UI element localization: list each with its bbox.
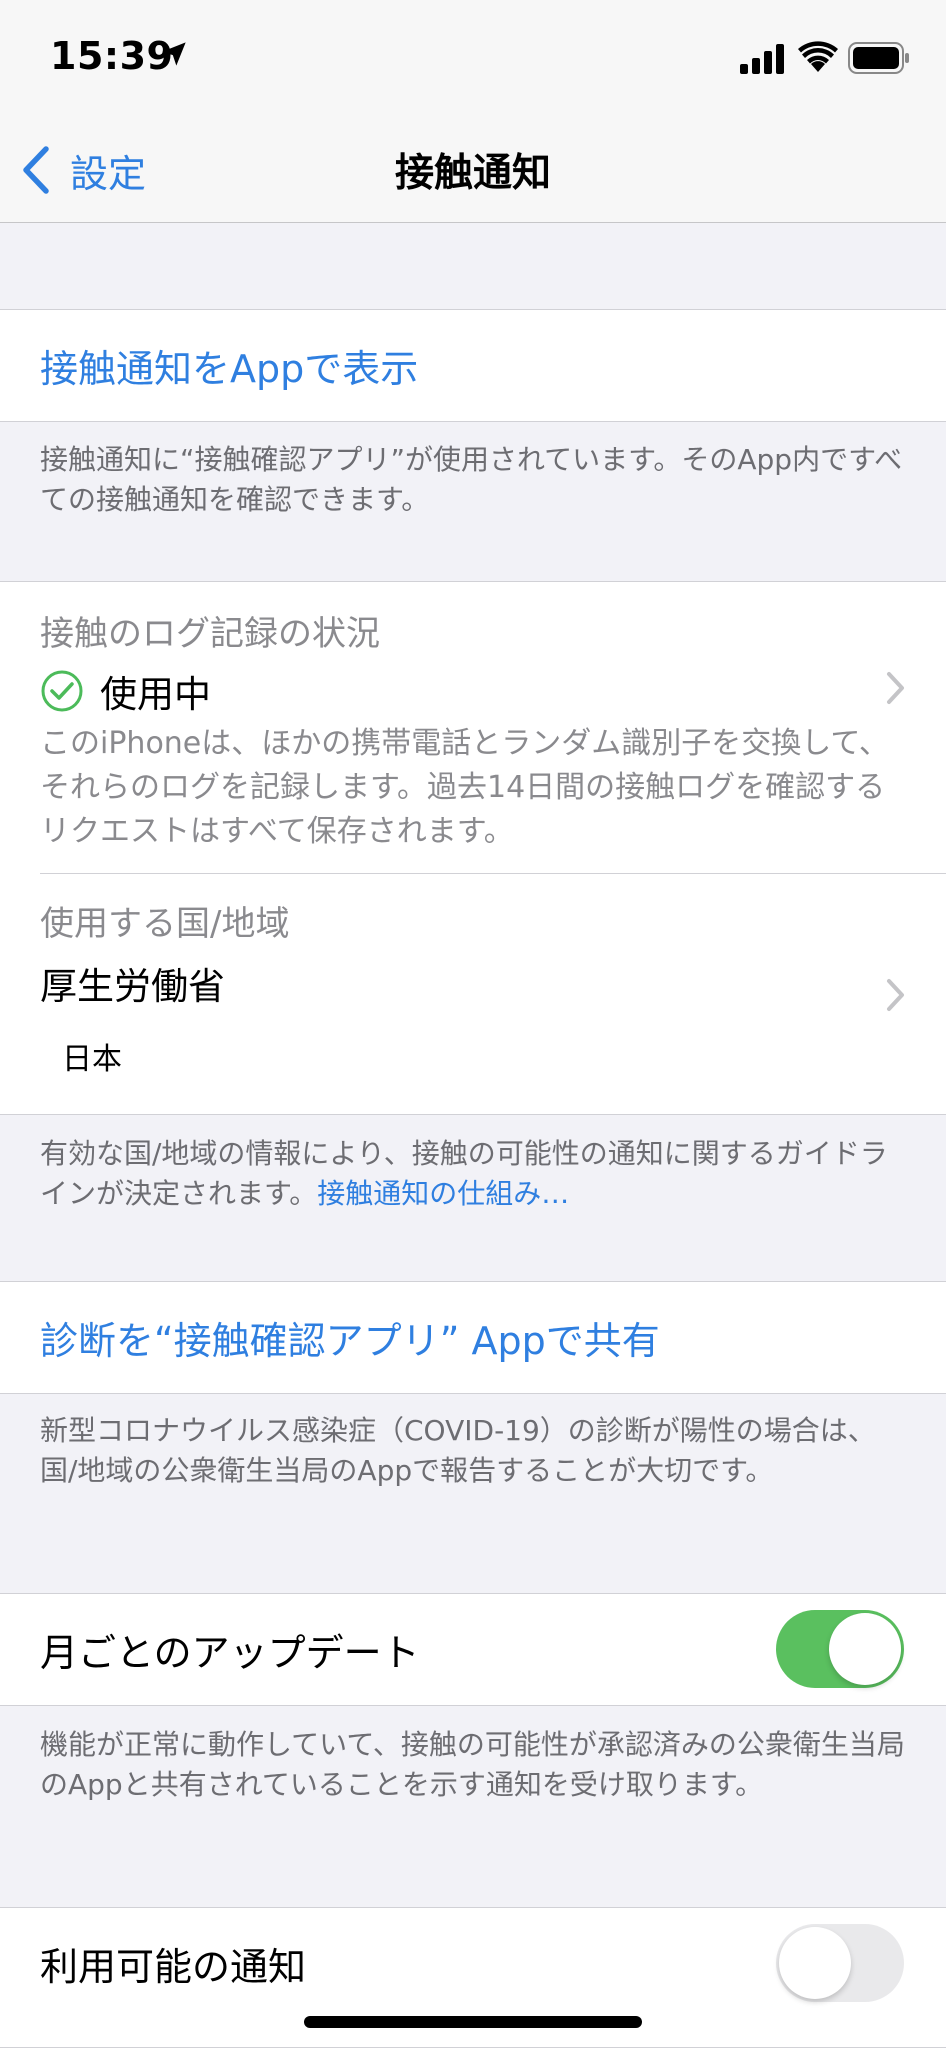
- region-country: 日本: [62, 1042, 122, 1077]
- page-title: 接触通知: [394, 151, 551, 196]
- open-in-app-group: 接触通知をAppで表示: [0, 309, 946, 422]
- logging-status-cell[interactable]: 接触のログ記録の状況 使用中 このiPhoneは、ほかの携帯電話とランダム識別子…: [0, 582, 946, 873]
- region-authority: 厚生労働省: [40, 965, 225, 1008]
- checkmark-circle-icon: [41, 670, 83, 712]
- open-in-app-button[interactable]: 接触通知をAppで表示: [0, 310, 946, 421]
- battery-icon: [848, 42, 909, 74]
- region-header: 使用する国/地域: [40, 904, 290, 944]
- share-diagnosis-button[interactable]: 診断を“接触確認アプリ” Appで共有: [0, 1282, 946, 1393]
- availability-alerts-toggle[interactable]: [776, 1924, 904, 2002]
- logging-group: 接触のログ記録の状況 使用中 このiPhoneは、ほかの携帯電話とランダム識別子…: [0, 581, 946, 1115]
- screen: 15:39 設定 接触通知 接触通知をAppで表示 接触通知に“接触確認アプリ”…: [0, 0, 946, 2048]
- home-indicator: [304, 2016, 642, 2028]
- chevron-right-icon: [887, 979, 904, 1011]
- toggle-knob: [779, 1927, 851, 1999]
- region-cell[interactable]: 使用する国/地域 厚生労働省 日本: [0, 874, 946, 1116]
- wifi-icon: [798, 41, 838, 72]
- chevron-right-icon: [887, 672, 904, 704]
- how-it-works-link[interactable]: 接触通知の仕組み…: [317, 1177, 569, 1210]
- availability-alerts-label: 利用可能の通知: [40, 1945, 307, 1989]
- open-in-app-footer: 接触通知に“接触確認アプリ”が使用されています。そのApp内ですべての接触通知を…: [40, 443, 903, 516]
- logging-status-label: 使用中: [100, 673, 211, 716]
- status-bar: 15:39: [0, 0, 946, 120]
- availability-alerts-row: 利用可能の通知: [0, 1908, 946, 2019]
- monthly-updates-row: 月ごとのアップデート: [0, 1594, 946, 1705]
- share-diagnosis-footer: 新型コロナウイルス感染症（COVID-19）の診断が陽性の場合は、国/地域の公衆…: [40, 1414, 876, 1487]
- region-footer: 有効な国/地域の情報により、接触の可能性の通知に関するガイドラインが決定されます…: [40, 1134, 906, 1214]
- monthly-updates-label: 月ごとのアップデート: [40, 1631, 420, 1675]
- logging-header: 接触のログ記録の状況: [40, 614, 380, 654]
- cellular-signal-icon: [740, 44, 784, 74]
- monthly-updates-toggle[interactable]: [776, 1610, 904, 1688]
- status-time: 15:39: [50, 34, 174, 78]
- location-arrow-icon: [162, 42, 186, 66]
- monthly-updates-group: 月ごとのアップデート: [0, 1593, 946, 1706]
- logging-description: このiPhoneは、ほかの携帯電話とランダム識別子を交換して、それらのログを記録…: [40, 726, 889, 849]
- logging-status-row: 使用中: [40, 664, 211, 718]
- monthly-updates-footer: 機能が正常に動作していて、接触の可能性が承認済みの公衆衛生当局のAppと共有され…: [40, 1728, 905, 1801]
- share-diagnosis-group: 診断を“接触確認アプリ” Appで共有: [0, 1281, 946, 1394]
- navigation-bar: 設定 接触通知: [0, 120, 946, 223]
- toggle-knob: [829, 1613, 901, 1685]
